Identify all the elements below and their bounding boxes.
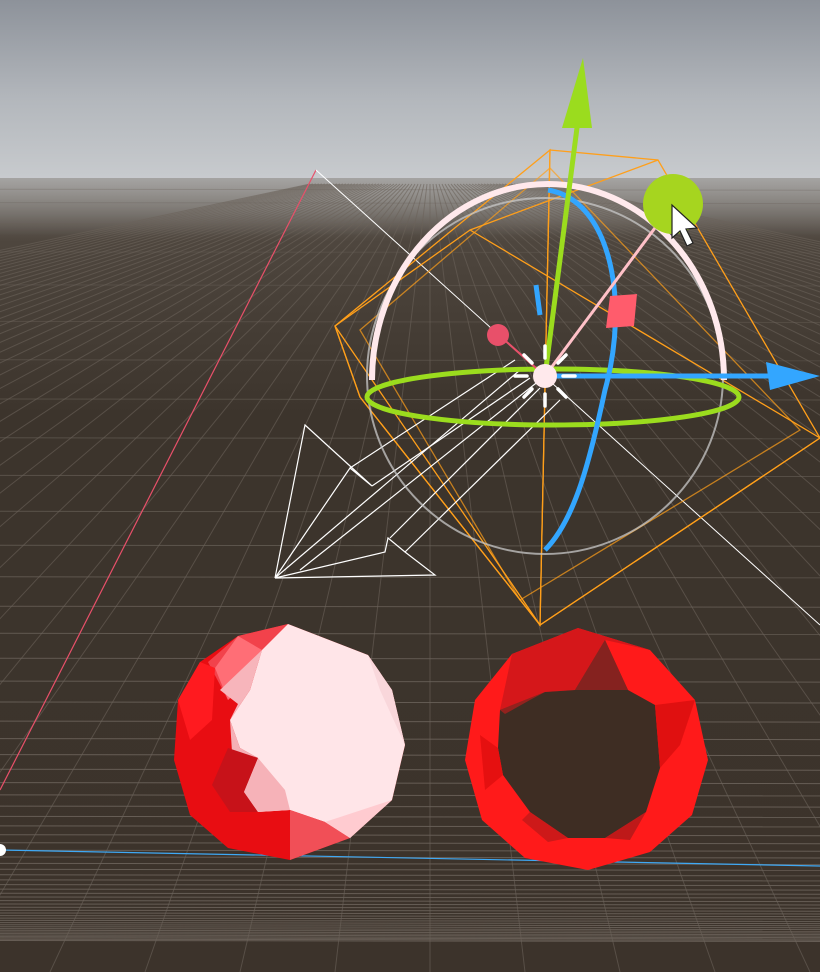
- xy-plane-handle[interactable]: [606, 294, 637, 328]
- sky: [0, 0, 820, 180]
- gizmo-pivot[interactable]: [533, 364, 557, 388]
- z-axis-ball[interactable]: [487, 324, 509, 346]
- scene-viewport[interactable]: [0, 0, 820, 972]
